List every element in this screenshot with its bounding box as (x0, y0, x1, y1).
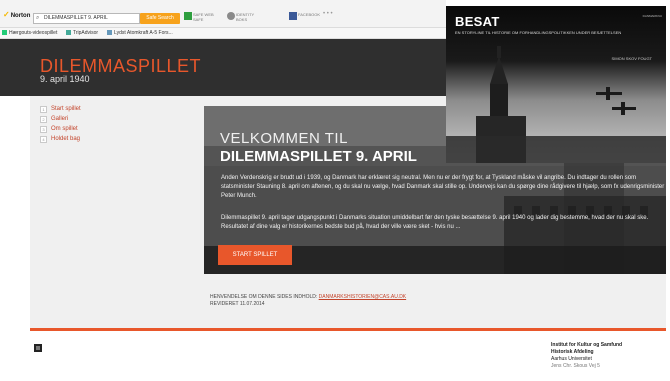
safe-web-button[interactable]: SAFE WEB SAFE (184, 12, 214, 22)
facebook-button[interactable]: FACEBOOK (289, 12, 321, 20)
besat-tagline: EN STORYLINE TIL HISTORIE OM FORHANDLING… (455, 30, 622, 35)
identity-button[interactable]: IDENTITY BOKS (227, 12, 255, 22)
hero-welcome: VELKOMMEN TIL (220, 130, 348, 147)
hero-description-paragraph: Dilemmaspillet 9. april tager udgangspun… (221, 215, 649, 230)
facebook-label: FACEBOOK (298, 12, 321, 17)
bookmark-item[interactable]: Hærgouts-videospillet (2, 28, 57, 39)
bookmark-item[interactable]: TripAdvisor (66, 28, 98, 39)
search-input[interactable]: ⌕ DILEMMASPILLET 9. APRIL (33, 13, 140, 24)
besat-author: SIMON SKOV FOUGT (611, 56, 652, 61)
search-icon: ⌕ (36, 15, 40, 21)
bookmark-icon (66, 30, 71, 36)
search-value: DILEMMASPILLET 9. APRIL (44, 15, 108, 21)
institution-university: Aarhus Universitet (551, 356, 592, 362)
bookmark-icon (107, 30, 112, 36)
besat-overlay[interactable]: BESAT EN STORYLINE TIL HISTORIE OM FORHA… (446, 6, 670, 163)
bookmark-item[interactable]: Lydst Atomkraft A-5 Fors... (107, 28, 173, 39)
norton-check-icon: ✓ (3, 10, 10, 19)
bookmark-label: Lydst Atomkraft A-5 Fors... (114, 30, 173, 36)
safe-web-icon (184, 12, 192, 20)
institution-address: Institut for Kultur og Samfund Historisk… (551, 342, 622, 370)
hero-heading: DILEMMASPILLET 9. APRIL (220, 148, 417, 165)
norton-logo[interactable]: ✓Norton (3, 10, 30, 19)
more-menu-button[interactable]: • • • (323, 11, 333, 17)
safe-web-label: SAFE WEB SAFE (193, 12, 214, 22)
safe-search-button[interactable]: Safe Search (140, 13, 180, 24)
identity-label: IDENTITY BOKS (236, 12, 255, 22)
nav-item-om-spillet[interactable]: 3 Om spillet (40, 124, 81, 134)
identity-icon (227, 12, 235, 20)
bookmark-label: TripAdvisor (73, 30, 99, 36)
contact-info: HENVENDELSE OM DENNE SIDES INDHOLD: DANM… (210, 294, 406, 308)
nav-label: Start spillet (51, 106, 81, 112)
nav-number: 2 (40, 116, 47, 123)
hero-intro-paragraph: Anden Verdenskrig er brudt ud i 1939, og… (221, 175, 665, 199)
side-nav: 1 Start spillet 2 Galleri 3 Om spillet 4 Hol… (40, 104, 81, 144)
institution-street: Jens Chr. Skous Vej 5 (551, 363, 600, 369)
nav-label: Galleri (51, 116, 69, 122)
besat-title: BESAT (455, 14, 500, 29)
site-subtitle: 9. april 1940 (40, 74, 90, 84)
window-edge (666, 0, 670, 381)
bookmarks-bar: Hærgouts-videospillet TripAdvisor Lydst … (0, 28, 446, 39)
revised-date: REVIDERET 11.07.2014 (210, 301, 265, 307)
nav-number: 4 (40, 136, 47, 143)
nav-label: Holdet bag (51, 136, 81, 142)
bookmark-icon (2, 30, 7, 36)
nav-label: Om spillet (51, 126, 78, 132)
browser-toolbar: ✓Norton ⌕ DILEMMASPILLET 9. APRIL Safe S… (0, 0, 446, 28)
institution-name: Institut for Kultur og Samfund (551, 342, 623, 348)
nav-item-galleri[interactable]: 2 Galleri (40, 114, 81, 124)
nav-item-start-spillet[interactable]: 1 Start spillet (40, 104, 81, 114)
start-game-button[interactable]: START SPILLET (218, 245, 292, 265)
contact-label: HENVENDELSE OM DENNE SIDES INDHOLD: (210, 294, 318, 300)
nav-item-holdet-bag[interactable]: 4 Holdet bag (40, 134, 81, 144)
norton-brand: Norton (10, 13, 31, 19)
nav-number: 1 (40, 106, 47, 113)
footer-divider (30, 328, 670, 331)
institution-department: Historisk Afdeling (551, 349, 594, 355)
nav-number: 3 (40, 126, 47, 133)
contact-email-link[interactable]: DANMARKSHISTORIEN@CAS.AU.DK (319, 294, 407, 300)
footer-logo-icon[interactable] (34, 344, 42, 352)
bookmark-label: Hærgouts-videospillet (9, 30, 58, 36)
facebook-icon (289, 12, 297, 20)
besat-link[interactable]: DANMARKNU (643, 14, 662, 18)
